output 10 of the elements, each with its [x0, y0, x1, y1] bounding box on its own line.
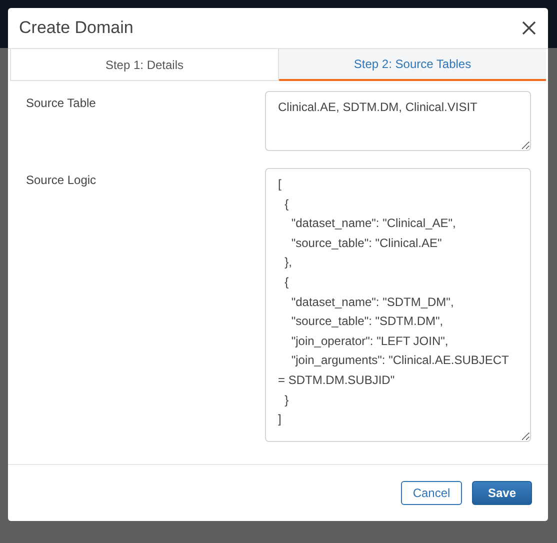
text-area[interactable]: [ { "dataset_name": "Clinical_AE", "source_table": "Clinical.AE" }, { "dataset_name": "SDTM_DM", "source_table": "SDTM.DM", "join_operator": "LEFT JOIN", "join_arguments": "Clinical.AE.SUBJECT = SDTM.DM.SUBJID" } ] [265, 168, 531, 442]
step-tab[interactable]: Step 2: Source Tables [279, 49, 546, 81]
close-icon[interactable] [522, 21, 536, 35]
dialog-title: Create Domain [19, 18, 134, 38]
field-label: Source Table [26, 95, 96, 110]
save-button[interactable]: Save [472, 481, 532, 505]
field-label: Source Logic [26, 172, 96, 187]
text-area[interactable]: Clinical.AE, SDTM.DM, Clinical.VISIT [265, 91, 531, 151]
step-tab[interactable]: Step 1: Details [10, 49, 279, 81]
cancel-button[interactable]: Cancel [401, 481, 462, 505]
